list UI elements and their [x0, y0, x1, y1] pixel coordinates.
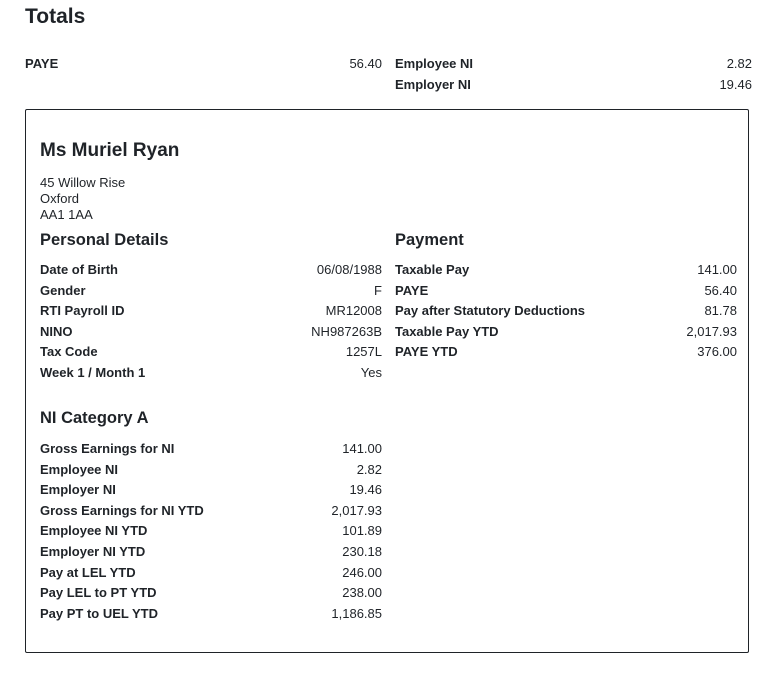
ni-row: Employee NI YTD 101.89 — [40, 523, 382, 544]
row-label: Gross Earnings for NI — [40, 441, 175, 456]
row-value: 2.82 — [726, 56, 752, 71]
row-value: 2,017.93 — [331, 502, 382, 518]
row-label: PAYE — [25, 56, 59, 71]
row-label: Pay PT to UEL YTD — [40, 605, 158, 621]
row-label: PAYE YTD — [395, 344, 458, 360]
detail-row: Gender F — [40, 283, 382, 304]
row-value: 101.89 — [342, 523, 382, 539]
row-value: 56.40 — [349, 56, 382, 71]
row-value: 230.18 — [342, 543, 382, 559]
row-value: Yes — [360, 364, 382, 380]
row-value: 19.46 — [349, 482, 382, 498]
row-value: 81.78 — [704, 303, 737, 319]
payment-row: PAYE 56.40 — [395, 283, 737, 304]
row-value: MR12008 — [325, 303, 382, 319]
row-label: Week 1 / Month 1 — [40, 364, 146, 380]
address-line: Oxford — [40, 191, 80, 206]
row-value: F — [374, 282, 382, 298]
row-value: 376.00 — [697, 344, 737, 360]
ni-row: Pay LEL to PT YTD 238.00 — [40, 585, 382, 606]
payment-row: Pay after Statutory Deductions 81.78 — [395, 303, 737, 324]
row-label: Pay LEL to PT YTD — [40, 585, 157, 601]
payment-row: Taxable Pay 141.00 — [395, 262, 737, 283]
detail-row: Tax Code 1257L — [40, 344, 382, 365]
row-label: RTI Payroll ID — [40, 303, 125, 319]
detail-row: Week 1 / Month 1 Yes — [40, 365, 382, 386]
personal-details-list: Date of Birth 06/08/1988 Gender F RTI Payr… — [40, 262, 382, 386]
row-value: 238.00 — [342, 585, 382, 601]
row-value: 19.46 — [719, 76, 752, 92]
ni-list: Gross Earnings for NI 141.00 Employee NI 2… — [40, 441, 382, 626]
ni-row: Employee NI 2.82 — [40, 462, 382, 483]
row-label: Employer NI YTD — [40, 543, 146, 559]
ni-row: Gross Earnings for NI YTD 2,017.93 — [40, 503, 382, 524]
ni-row: Pay at LEL YTD 246.00 — [40, 565, 382, 586]
address-line: AA1 1AA — [40, 207, 93, 222]
row-value: 06/08/1988 — [316, 262, 382, 277]
row-label: Employee NI — [395, 56, 474, 71]
totals-row-employer-ni: Employer NI 19.46 — [395, 77, 752, 98]
row-value: 56.40 — [704, 282, 737, 298]
ni-row: Pay PT to UEL YTD 1,186.85 — [40, 606, 382, 627]
payment-list: Taxable Pay 141.00 PAYE 56.40 Pay after St… — [395, 262, 737, 365]
row-label: Employee NI YTD — [40, 523, 148, 539]
row-label: Gross Earnings for NI YTD — [40, 502, 204, 518]
employee-address: 45 Willow Rise Oxford AA1 1AA — [40, 175, 125, 223]
row-label: Employer NI — [395, 76, 471, 92]
payslip-card: Ms Muriel Ryan 45 Willow Rise Oxford AA1… — [25, 109, 749, 653]
detail-row: RTI Payroll ID MR12008 — [40, 303, 382, 324]
payment-title: Payment — [395, 231, 464, 249]
totals-row-paye: PAYE 56.40 — [25, 56, 382, 77]
employee-name: Ms Muriel Ryan — [40, 140, 180, 161]
row-label: Gender — [40, 282, 86, 298]
row-value: 2,017.93 — [686, 323, 737, 339]
address-line: 45 Willow Rise — [40, 175, 126, 190]
totals-title: Totals — [25, 5, 86, 28]
payment-row: PAYE YTD 376.00 — [395, 344, 737, 365]
row-value: NH987263B — [311, 323, 382, 339]
detail-row: Date of Birth 06/08/1988 — [40, 262, 382, 283]
row-label: NINO — [40, 323, 73, 339]
row-label: Taxable Pay YTD — [395, 323, 499, 339]
ni-row: Employer NI YTD 230.18 — [40, 544, 382, 565]
row-label: Tax Code — [40, 344, 98, 360]
row-label: Pay after Statutory Deductions — [395, 303, 585, 319]
totals-right-list: Employee NI 2.82 Employer NI 19.46 — [395, 56, 752, 97]
row-value: 1,186.85 — [331, 605, 382, 621]
payment-row: Taxable Pay YTD 2,017.93 — [395, 324, 737, 345]
row-label: PAYE — [395, 282, 429, 298]
row-label: Taxable Pay — [395, 262, 470, 277]
row-label: Pay at LEL YTD — [40, 564, 136, 580]
row-label: Employee NI — [40, 461, 119, 477]
totals-row-employee-ni: Employee NI 2.82 — [395, 56, 752, 77]
ni-row: Gross Earnings for NI 141.00 — [40, 441, 382, 462]
row-value: 2.82 — [356, 461, 382, 477]
row-label: Employer NI — [40, 482, 116, 498]
row-value: 246.00 — [342, 564, 382, 580]
ni-category-title: NI Category A — [40, 409, 149, 427]
row-value: 141.00 — [697, 262, 737, 277]
row-value: 1257L — [345, 344, 382, 360]
personal-details-title: Personal Details — [40, 231, 169, 249]
row-label: Date of Birth — [40, 262, 118, 277]
ni-row: Employer NI 19.46 — [40, 482, 382, 503]
detail-row: NINO NH987263B — [40, 324, 382, 345]
row-value: 141.00 — [342, 441, 382, 456]
totals-left-list: PAYE 56.40 — [25, 56, 382, 77]
